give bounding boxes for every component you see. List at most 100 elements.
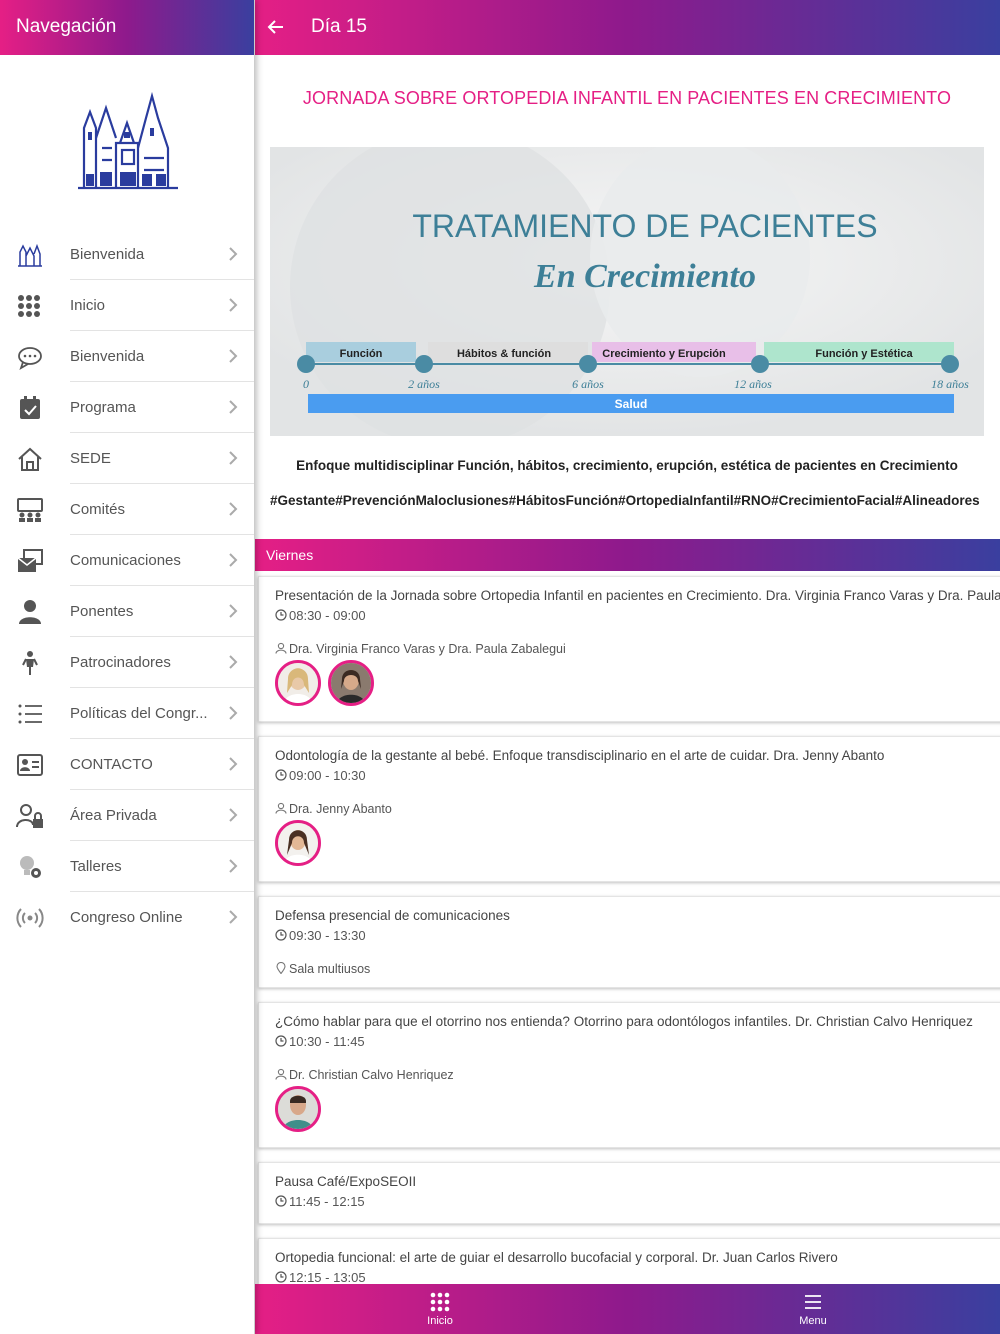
event-description: Enfoque multidisciplinar Función, hábito… (296, 458, 958, 473)
session-speakers-text: Dra. Jenny Abanto (289, 802, 392, 816)
grid-icon (430, 1292, 450, 1312)
sidebar-item-contacto[interactable]: CONTACTO (0, 739, 254, 790)
chevron-right-icon (229, 502, 238, 516)
cathedral-logo (78, 91, 178, 190)
drawer-header: Navegación (0, 0, 254, 55)
speaker-avatar[interactable] (275, 660, 321, 706)
timeline-node-4 (751, 355, 769, 373)
clock-icon (275, 1035, 287, 1047)
sidebar-item-label: Ponentes (70, 603, 134, 620)
session-card[interactable]: Presentación de la Jornada sobre Ortoped… (258, 576, 1000, 722)
calendar-icon (20, 396, 40, 419)
timeline-node-3 (579, 355, 597, 373)
person-icon (19, 600, 41, 624)
chevron-right-icon (229, 910, 238, 924)
navigation-drawer: Navegación Bienvenida Inicio Bienvenida … (0, 0, 255, 1334)
chevron-right-icon (229, 553, 238, 567)
session-speakers: Dra. Virginia Franco Varas y Dra. Paula … (275, 642, 566, 656)
sidebar-item-label: SEDE (70, 450, 111, 467)
chevron-right-icon (229, 400, 238, 414)
session-location-text: Sala multiusos (289, 962, 371, 976)
session-speakers: Dra. Jenny Abanto (275, 802, 392, 816)
timeline-node-5 (941, 355, 959, 373)
bulb-gear-icon (20, 856, 41, 878)
sidebar-item-congreso-online[interactable]: Congreso Online (0, 892, 254, 943)
session-title: Presentación de la Jornada sobre Ortoped… (275, 588, 1000, 603)
tab-menu[interactable]: Menu (753, 1284, 873, 1334)
sidebar-item-label: Comités (70, 501, 126, 518)
sidebar-item-label: Congreso Online (70, 909, 183, 926)
sidebar-item-bienvenida-2[interactable]: Bienvenida (0, 331, 254, 382)
location-pin-icon (276, 962, 286, 974)
event-banner: TRATAMIENTO DE PACIENTES En Crecimiento … (270, 147, 984, 436)
timeline-node-2 (415, 355, 433, 373)
session-card[interactable]: Defensa presencial de comunicaciones 09:… (258, 896, 1000, 988)
session-title: ¿Cómo hablar para que el otorrino nos en… (275, 1014, 973, 1029)
timeline-node-1 (297, 355, 315, 373)
session-time: 09:00 - 10:30 (275, 768, 366, 783)
age-label-5: 18 años (931, 377, 969, 391)
session-time-text: 09:00 - 10:30 (289, 768, 366, 783)
sidebar-item-label: Bienvenida (70, 348, 145, 365)
sidebar-item-label: Bienvenida (70, 246, 145, 263)
clock-icon (275, 609, 287, 621)
sidebar-item-programa[interactable]: Programa (0, 382, 254, 433)
chevron-right-icon (229, 808, 238, 822)
sidebar-item-label: Área Privada (70, 807, 157, 824)
clock-icon (275, 769, 287, 781)
session-card[interactable]: Odontología de la gestante al bebé. Enfo… (258, 736, 1000, 882)
clock-icon (275, 1195, 287, 1207)
chevron-right-icon (229, 706, 238, 720)
sidebar-item-patrocinadores[interactable]: Patrocinadores (0, 637, 254, 688)
chevron-right-icon (229, 655, 238, 669)
session-card[interactable]: ¿Cómo hablar para que el otorrino nos en… (258, 1002, 1000, 1148)
sidebar-item-ponentes[interactable]: Ponentes (0, 586, 254, 637)
sidebar-item-label: Programa (70, 399, 136, 416)
tab-inicio[interactable]: Inicio (380, 1284, 500, 1334)
hamburger-menu-icon (805, 1295, 821, 1309)
age-label-4: 12 años (734, 377, 772, 391)
clock-icon (275, 1271, 287, 1283)
chevron-right-icon (229, 757, 238, 771)
sidebar-item-sede[interactable]: SEDE (0, 433, 254, 484)
sidebar-item-area-privada[interactable]: Área Privada (0, 790, 254, 841)
banner-subheading: En Crecimiento (533, 258, 756, 295)
session-card[interactable]: Pausa Café/ExpoSEOII 11:45 - 12:15 (258, 1162, 1000, 1224)
nav-list: Bienvenida Inicio Bienvenida Programa SE… (0, 229, 254, 943)
user-icon (275, 802, 287, 814)
sidebar-item-talleres[interactable]: Talleres (0, 841, 254, 892)
chevron-right-icon (229, 247, 238, 261)
sidebar-item-inicio[interactable]: Inicio (0, 280, 254, 331)
chevron-right-icon (229, 859, 238, 873)
tab-label: Menu (799, 1315, 827, 1327)
age-label-3: 6 años (572, 377, 604, 391)
sidebar-item-comites[interactable]: Comités (0, 484, 254, 535)
sidebar-item-politicas[interactable]: Políticas del Congr... (0, 688, 254, 739)
clock-icon (275, 929, 287, 941)
sidebar-item-comunicaciones[interactable]: Comunicaciones (0, 535, 254, 586)
chat-icon (18, 347, 42, 370)
event-hashtags: #Gestante#PrevenciónMaloclusiones#Hábito… (270, 493, 980, 508)
session-time: 10:30 - 11:45 (275, 1034, 365, 1049)
session-speakers-text: Dr. Christian Calvo Henriquez (289, 1068, 454, 1082)
day-section-label: Viernes (266, 547, 314, 563)
main-content: Día 15 JORNADA SOBRE ORTOPEDIA INFANTIL … (254, 0, 1000, 1334)
day-section-header: Viernes (254, 539, 1000, 571)
list-icon (18, 704, 42, 724)
session-time: 11:45 - 12:15 (275, 1194, 365, 1209)
sidebar-item-label: Políticas del Congr... (70, 705, 208, 722)
health-bar-label: Salud (615, 397, 648, 411)
stage-label-1: Función (340, 348, 383, 360)
committee-icon (17, 498, 43, 522)
sidebar-item-label: Inicio (70, 297, 106, 314)
speaker-avatar[interactable] (275, 1086, 321, 1132)
chevron-right-icon (229, 349, 238, 363)
speaker-avatar[interactable] (328, 660, 374, 706)
back-arrow-icon[interactable] (266, 17, 286, 37)
speaker-avatar[interactable] (275, 820, 321, 866)
sidebar-item-bienvenida[interactable]: Bienvenida (0, 229, 254, 280)
age-label-1: 0 (303, 377, 309, 391)
top-app-bar: Día 15 (254, 0, 1000, 55)
figure-icon (22, 651, 38, 675)
session-time-text: 11:45 - 12:15 (289, 1194, 365, 1209)
